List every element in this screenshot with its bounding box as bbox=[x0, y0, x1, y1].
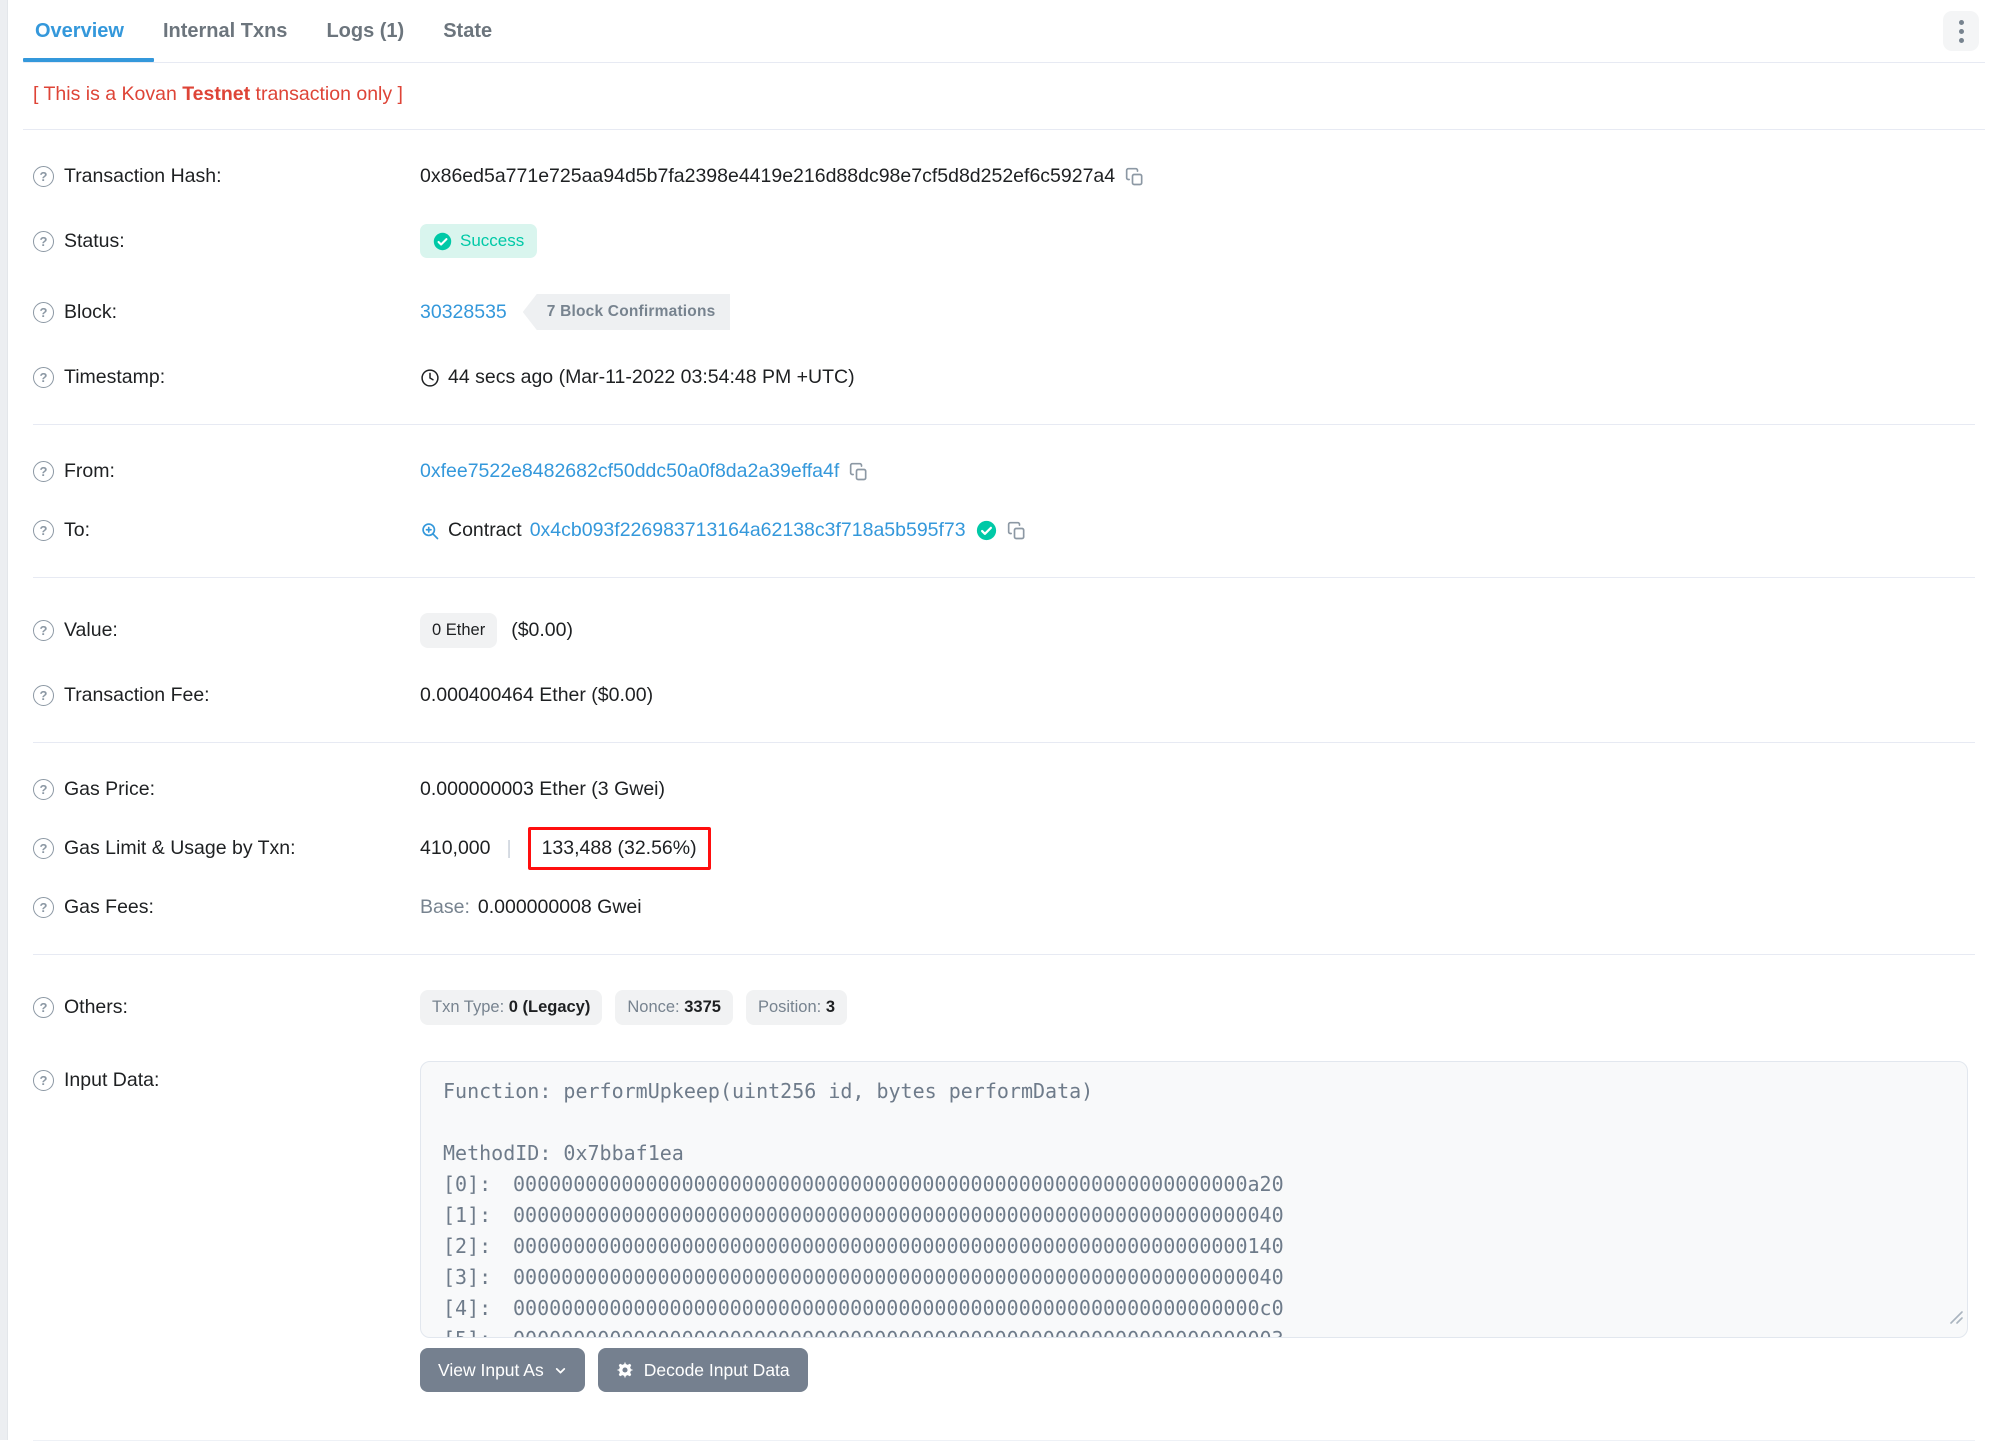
gas-limit-label: Gas Limit & Usage by Txn: bbox=[64, 837, 296, 859]
divider bbox=[33, 742, 1975, 743]
to-address-link[interactable]: 0x4cb093f226983713164a62138c3f718a5b595f… bbox=[530, 519, 966, 542]
tab-logs[interactable]: Logs (1) bbox=[324, 2, 406, 61]
gas-usage-value: 133,488 (32.56%) bbox=[541, 837, 697, 859]
gas-fees-label: Gas Fees: bbox=[64, 896, 154, 918]
tab-overview[interactable]: Overview bbox=[23, 2, 154, 62]
gas-limit-value: 410,000 bbox=[420, 837, 491, 859]
transaction-fee-value: 0.000400464 Ether ($0.00) bbox=[420, 684, 654, 706]
timestamp-value: 44 secs ago (Mar-11-2022 03:54:48 PM +UT… bbox=[448, 366, 855, 388]
txn-type-badge: Txn Type: 0 (Legacy) bbox=[420, 990, 603, 1025]
chevron-down-icon bbox=[555, 1367, 565, 1374]
copy-icon[interactable] bbox=[1125, 167, 1145, 187]
status-badge: Success bbox=[420, 224, 538, 258]
to-label: To: bbox=[64, 519, 91, 541]
annotation-highlight: 133,488 (32.56%) bbox=[527, 827, 711, 870]
help-icon[interactable]: ? bbox=[33, 166, 54, 187]
help-icon[interactable]: ? bbox=[33, 838, 54, 859]
gas-price-label: Gas Price: bbox=[64, 778, 156, 800]
row-transaction-fee: ? Transaction Fee: 0.000400464 Ether ($0… bbox=[33, 666, 1975, 725]
tab-bar: Overview Internal Txns Logs (1) State bbox=[23, 0, 1985, 63]
row-value: ? Value: 0 Ether ($0.00) bbox=[33, 595, 1975, 666]
page-background-edge bbox=[0, 0, 8, 1440]
value-label: Value: bbox=[64, 619, 118, 641]
others-label: Others: bbox=[64, 996, 128, 1018]
resize-handle-icon[interactable] bbox=[1950, 1302, 1963, 1333]
row-from: ? From: 0xfee7522e8482682cf50ddc50a0f8da… bbox=[33, 442, 1975, 501]
row-others: ? Others: Txn Type: 0 (Legacy) Nonce: 33… bbox=[33, 972, 1975, 1043]
row-transaction-hash: ? Transaction Hash: 0x86ed5a771e725aa94d… bbox=[33, 147, 1975, 206]
zoom-in-icon[interactable] bbox=[420, 521, 440, 541]
testnet-notice: [ This is a Kovan Testnet transaction on… bbox=[33, 83, 403, 105]
help-icon[interactable]: ? bbox=[33, 620, 54, 641]
divider bbox=[33, 954, 1975, 955]
function-signature: Function: performUpkeep(uint256 id, byte… bbox=[443, 1079, 1094, 1103]
from-address-link[interactable]: 0xfee7522e8482682cf50ddc50a0f8da2a39effa… bbox=[420, 460, 839, 483]
input-data-textarea[interactable]: Function: performUpkeep(uint256 id, byte… bbox=[420, 1061, 1968, 1338]
input-word: [3]: 000000000000000000000000000000000000… bbox=[443, 1265, 1284, 1289]
help-icon[interactable]: ? bbox=[33, 301, 54, 323]
input-word: [1]: 000000000000000000000000000000000000… bbox=[443, 1203, 1284, 1227]
transaction-hash-value: 0x86ed5a771e725aa94d5b7fa2398e4419e216d8… bbox=[420, 165, 1116, 187]
view-input-as-button[interactable]: View Input As bbox=[420, 1348, 585, 1392]
divider bbox=[33, 577, 1975, 578]
block-number-link[interactable]: 30328535 bbox=[420, 301, 507, 324]
decode-input-data-button[interactable]: Decode Input Data bbox=[597, 1348, 808, 1392]
row-block: ? Block: 30328535 7 Block Confirmations bbox=[33, 276, 1975, 348]
transaction-card: Overview Internal Txns Logs (1) State [ … bbox=[9, 0, 1999, 1441]
input-word: [5]:000000000000000000000000000000000000… bbox=[443, 1324, 1945, 1337]
timestamp-label: Timestamp: bbox=[64, 366, 166, 388]
to-contract-type: Contract bbox=[448, 519, 522, 541]
usd-value: ($0.00) bbox=[511, 619, 573, 641]
base-fee-value: 0.000000008 Gwei bbox=[477, 896, 642, 918]
input-word: [2]: 000000000000000000000000000000000000… bbox=[443, 1234, 1284, 1258]
help-icon[interactable]: ? bbox=[33, 230, 54, 252]
row-status: ? Status: Success bbox=[33, 206, 1975, 276]
help-icon[interactable]: ? bbox=[33, 779, 54, 800]
gas-price-value: 0.000000003 Ether (3 Gwei) bbox=[420, 778, 665, 800]
tab-internal-txns[interactable]: Internal Txns bbox=[161, 2, 289, 61]
decode-gear-icon bbox=[616, 1361, 633, 1379]
help-icon[interactable]: ? bbox=[33, 997, 54, 1018]
help-icon[interactable]: ? bbox=[33, 461, 54, 482]
row-input-data: ? Input Data: Function: performUpkeep(ui… bbox=[33, 1043, 1975, 1410]
row-gas-limit-usage: ? Gas Limit & Usage by Txn: 410,000 | 13… bbox=[33, 819, 1975, 878]
ether-value-badge: 0 Ether bbox=[420, 613, 498, 648]
value-separator: | bbox=[506, 837, 512, 859]
row-gas-price: ? Gas Price: 0.000000003 Ether (3 Gwei) bbox=[33, 760, 1975, 819]
copy-icon[interactable] bbox=[849, 462, 869, 482]
divider bbox=[33, 424, 1975, 425]
row-to: ? To: Contract 0x4cb093f226983713164a621… bbox=[33, 501, 1975, 560]
method-id: MethodID: 0x7bbaf1ea bbox=[443, 1141, 684, 1165]
position-badge: Position: 3 bbox=[745, 990, 848, 1025]
row-timestamp: ? Timestamp: 44 secs ago (Mar-11-2022 03… bbox=[33, 348, 1975, 407]
kebab-icon bbox=[1958, 19, 1964, 25]
more-options-button[interactable] bbox=[1943, 11, 1979, 51]
help-icon[interactable]: ? bbox=[33, 1070, 54, 1091]
block-label: Block: bbox=[64, 300, 118, 323]
transaction-fee-label: Transaction Fee: bbox=[64, 684, 210, 706]
help-icon[interactable]: ? bbox=[33, 897, 54, 918]
help-icon[interactable]: ? bbox=[33, 685, 54, 706]
block-confirmations-badge: 7 Block Confirmations bbox=[522, 294, 731, 330]
input-word: [4]: 000000000000000000000000000000000000… bbox=[443, 1296, 1284, 1320]
copy-icon[interactable] bbox=[1007, 521, 1027, 541]
help-icon[interactable]: ? bbox=[33, 520, 54, 541]
divider bbox=[23, 129, 1985, 130]
tab-state[interactable]: State bbox=[441, 2, 494, 61]
clock-icon bbox=[420, 368, 440, 388]
transaction-hash-label: Transaction Hash: bbox=[64, 165, 222, 187]
base-fee-label: Base: bbox=[420, 896, 470, 918]
input-word: [0]: 000000000000000000000000000000000000… bbox=[443, 1172, 1284, 1196]
nonce-badge: Nonce: 3375 bbox=[615, 990, 733, 1025]
check-circle-icon bbox=[433, 232, 452, 250]
help-icon[interactable]: ? bbox=[33, 367, 54, 388]
from-label: From: bbox=[64, 460, 115, 482]
row-gas-fees: ? Gas Fees: Base: 0.000000008 Gwei bbox=[33, 878, 1975, 937]
status-label: Status: bbox=[64, 229, 125, 252]
verified-check-icon bbox=[976, 520, 997, 541]
input-data-label: Input Data: bbox=[64, 1069, 160, 1091]
